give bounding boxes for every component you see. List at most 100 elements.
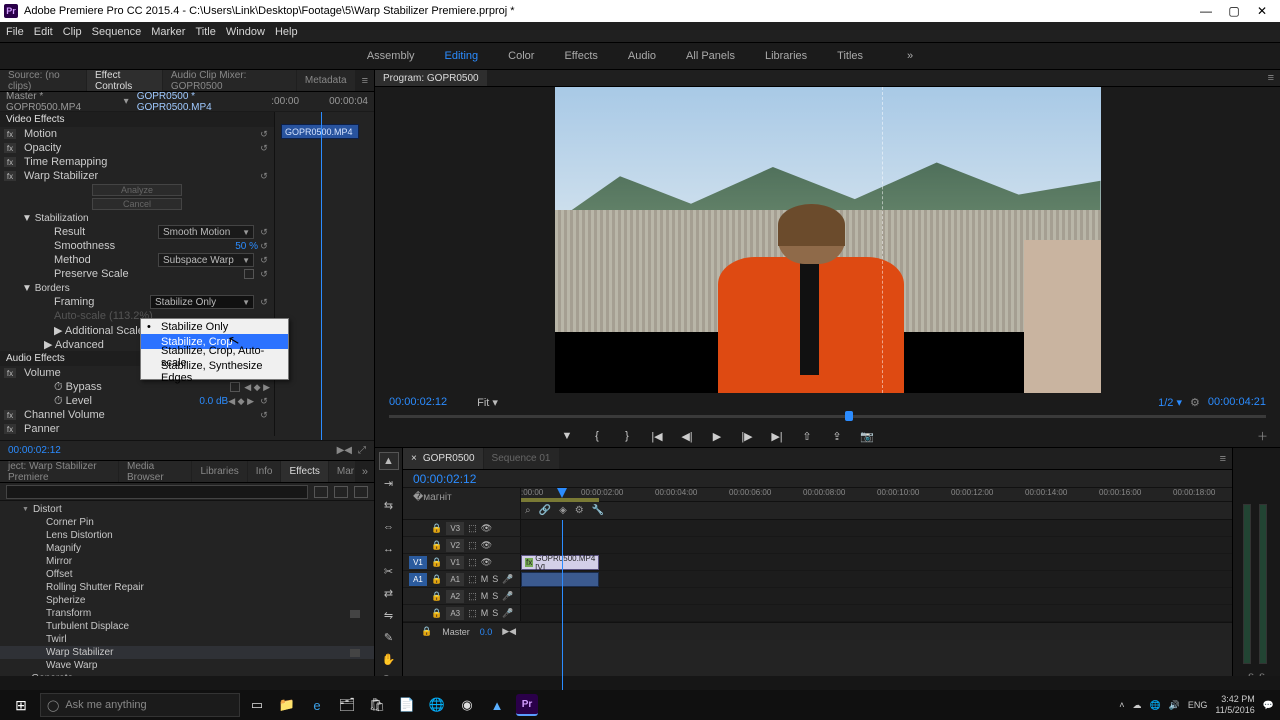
timeline-settings-icon[interactable]: ⚙ (575, 505, 584, 516)
settings-icon[interactable]: ⚙ (1190, 396, 1200, 409)
audio-clip[interactable] (521, 572, 599, 587)
effect-item-warp-stabilizer[interactable]: Warp Stabilizer (0, 646, 374, 659)
tab-metadata[interactable]: Metadata (297, 70, 355, 91)
timeline-marker-icon[interactable]: ◈ (559, 505, 567, 516)
workspace-libraries[interactable]: Libraries (765, 50, 807, 62)
effect-item[interactable]: Offset (0, 568, 374, 581)
track-label-v2[interactable]: V2 (446, 539, 464, 552)
program-monitor[interactable] (555, 87, 1101, 393)
reset-icon[interactable]: ↺ (258, 129, 270, 140)
rate-stretch-tool-icon[interactable]: ↔ (379, 540, 399, 558)
video-clip[interactable]: fxGOPR0500.MP4 [V] (521, 555, 599, 570)
warp-stabilizer-effect[interactable]: Warp Stabilizer (20, 170, 254, 182)
effect-item[interactable]: Lens Distortion (0, 529, 374, 542)
workspace-color[interactable]: Color (508, 50, 534, 62)
snap-icon[interactable]: �магнiт (413, 492, 452, 503)
menu-title[interactable]: Title (195, 26, 215, 38)
panel-menu-icon[interactable]: ≡ (356, 75, 374, 87)
effect-item[interactable]: Rolling Shutter Repair (0, 581, 374, 594)
tab-effect-controls[interactable]: Effect Controls (87, 70, 162, 91)
effect-item[interactable]: Transform (0, 607, 374, 620)
channel-volume-effect[interactable]: Channel Volume (20, 409, 254, 421)
source-patch-v1[interactable]: V1 (409, 556, 427, 569)
source-patch-a1[interactable]: A1 (409, 573, 427, 586)
menu-window[interactable]: Window (226, 26, 265, 38)
effect-item[interactable]: Twirl (0, 633, 374, 646)
track-eye-icon[interactable]: 👁 (481, 540, 492, 551)
track-lock-icon[interactable]: 🔒 (431, 523, 442, 534)
menu-clip[interactable]: Clip (63, 26, 82, 38)
track-lock-icon[interactable]: 🔒 (421, 626, 432, 637)
workspace-assembly[interactable]: Assembly (367, 50, 415, 62)
go-to-out-icon[interactable]: ▶| (769, 428, 785, 444)
fx-icon[interactable]: fx (4, 368, 16, 378)
track-toggle-icon[interactable]: ⬚ (468, 540, 477, 551)
hand-tool-icon[interactable]: ✋ (379, 650, 399, 668)
automation-icon[interactable]: ▶◀ (502, 626, 516, 637)
level-value[interactable]: 0.0 dB (199, 396, 228, 407)
extract-icon[interactable]: ⇪ (829, 428, 845, 444)
taskbar-app-icon[interactable]: 🗂 (334, 692, 360, 718)
fx-icon[interactable]: fx (4, 129, 16, 139)
reset-icon[interactable]: ↺ (258, 171, 270, 182)
tab-libraries[interactable]: Libraries (192, 461, 246, 482)
tab-program[interactable]: Program: GOPR0500 (375, 70, 487, 86)
language-indicator[interactable]: ENG (1188, 700, 1208, 710)
method-dropdown[interactable]: Subspace Warp▼ (158, 253, 254, 267)
ec-mini-timeline[interactable]: GOPR0500.MP4 (275, 112, 374, 440)
track-label-a1[interactable]: A1 (446, 573, 464, 586)
close-button[interactable]: ✕ (1248, 1, 1276, 21)
reset-icon[interactable]: ↺ (258, 396, 270, 407)
rolling-tool-icon[interactable]: ⇔ (379, 518, 399, 536)
track-toggle-icon[interactable]: ⬚ (468, 523, 477, 534)
selection-tool-icon[interactable]: ▲ (379, 452, 399, 470)
ec-footer-icon[interactable]: ⤢ (358, 445, 366, 456)
workspace-allpanels[interactable]: All Panels (686, 50, 735, 62)
reset-icon[interactable]: ↺ (258, 241, 270, 252)
menu-edit[interactable]: Edit (34, 26, 53, 38)
obs-icon[interactable]: ◉ (454, 692, 480, 718)
cancel-button[interactable]: Cancel (92, 198, 182, 210)
step-back-icon[interactable]: ◀| (679, 428, 695, 444)
fx-type-icon[interactable] (314, 486, 328, 498)
track-toggle-icon[interactable]: ⬚ (468, 574, 477, 585)
reset-icon[interactable]: ↺ (258, 255, 270, 266)
in-out-range[interactable] (521, 498, 599, 502)
panel-menu-icon[interactable]: ≡ (1262, 72, 1280, 84)
program-playhead[interactable] (845, 411, 853, 421)
workspace-titles[interactable]: Titles (837, 50, 863, 62)
ec-clip-link[interactable]: GOPR0500 * GOPR0500.MP4 (137, 91, 272, 113)
zoom-fit-dropdown[interactable]: Fit ▾ (477, 396, 498, 409)
bypass-checkbox[interactable] (230, 382, 240, 392)
mark-out-icon[interactable]: } (619, 428, 635, 444)
track-eye-icon[interactable]: 👁 (481, 523, 492, 534)
fx-type-icon[interactable] (354, 486, 368, 498)
timeline-ruler[interactable]: :00:00 00:00:02:00 00:00:04:00 00:00:06:… (521, 488, 1232, 502)
framing-option-stabilize-synthesize-edges[interactable]: Stabilize, Synthesize Edges (141, 364, 288, 379)
track-lock-icon[interactable]: 🔒 (431, 574, 442, 585)
resolution-dropdown[interactable]: 1/2 ▾ (1158, 396, 1182, 409)
tray-overflow-icon[interactable]: ˄ (1119, 700, 1124, 710)
program-scrubber[interactable] (375, 411, 1280, 425)
effects-search-input[interactable] (6, 485, 308, 499)
fx-type-icon[interactable] (334, 486, 348, 498)
reset-icon[interactable]: ↺ (258, 143, 270, 154)
razor-tool-icon[interactable]: ✂ (379, 562, 399, 580)
lift-icon[interactable]: ⇧ (799, 428, 815, 444)
timeline-wrench-icon[interactable]: 🔧 (592, 505, 604, 516)
track-lock-icon[interactable]: 🔒 (431, 608, 442, 619)
result-dropdown[interactable]: Smooth Motion▼ (158, 225, 254, 239)
reset-icon[interactable]: ↺ (258, 410, 270, 421)
fx-icon[interactable]: fx (4, 410, 16, 420)
export-frame-icon[interactable]: 📷 (859, 428, 875, 444)
volume-icon[interactable]: 🔊 (1169, 700, 1180, 711)
workspace-audio[interactable]: Audio (628, 50, 656, 62)
network-icon[interactable]: 🌐 (1149, 700, 1160, 711)
preserve-scale-checkbox[interactable] (244, 269, 254, 279)
analyze-button[interactable]: Analyze (92, 184, 182, 196)
borders-group[interactable]: ▼ Borders (22, 283, 70, 294)
panner-effect[interactable]: Panner (20, 423, 270, 435)
timeline-snap-icon[interactable]: ⌕ (525, 505, 531, 516)
track-lock-icon[interactable]: 🔒 (431, 591, 442, 602)
effect-item[interactable]: Magnify (0, 542, 374, 555)
